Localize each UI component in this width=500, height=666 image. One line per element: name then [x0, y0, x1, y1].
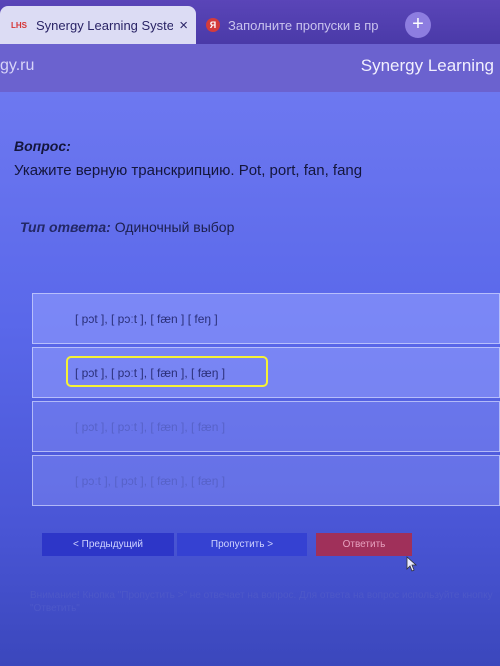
answer-option-1[interactable]: [ pɔt ], [ pɔːt ], [ fæn ] [ feŋ ]	[32, 293, 500, 344]
synergy-favicon-icon: LHS	[11, 20, 27, 30]
browser-tab-strip: LHS Synergy Learning System × Я Заполнит…	[0, 0, 500, 44]
url-text[interactable]: gy.ru	[0, 57, 34, 75]
answer-options: [ pɔt ], [ pɔːt ], [ fæn ] [ feŋ ] [ pɔt…	[32, 293, 500, 509]
tab-title: Заполните пропуски в пр	[228, 17, 379, 33]
answer-type: Тип ответа: Одиночный выбор	[20, 219, 234, 235]
question-text: Укажите верную транскрипцию. Pot, port, …	[14, 162, 363, 179]
test-page: Вопрос: Укажите верную транскрипцию. Pot…	[0, 92, 500, 666]
answer-option-2[interactable]: [ pɔt ], [ pɔːt ], [ fæn ], [ fæŋ ]	[32, 347, 500, 398]
tab-synergy[interactable]: LHS Synergy Learning System ×	[0, 6, 196, 44]
tab-title: Synergy Learning System	[36, 17, 174, 33]
tab-close-icon[interactable]: ×	[179, 17, 188, 34]
mouse-cursor-icon	[406, 556, 418, 572]
question-label: Вопрос:	[14, 138, 71, 154]
tab-yandex[interactable]: Я Заполните пропуски в пр	[198, 6, 398, 44]
answer-option-4[interactable]: [ pɔːt ], [ pɔt ], [ fæn ], [ fæŋ ]	[32, 455, 500, 506]
yandex-favicon-icon: Я	[206, 18, 220, 32]
answer-type-value: Одиночный выбор	[114, 219, 235, 235]
new-tab-button[interactable]: +	[405, 12, 431, 38]
skip-warning-note: Внимание! Кнопка "Пропустить >" не отвеч…	[30, 590, 493, 614]
answer-type-label: Тип ответа:	[20, 219, 111, 235]
answer-option-3[interactable]: [ pɔt ], [ pɔːt ], [ fæn ], [ fæn ]	[32, 401, 500, 452]
skip-button[interactable]: Пропустить >	[177, 533, 307, 556]
previous-button[interactable]: < Предыдущий	[42, 533, 174, 556]
answer-button[interactable]: Ответить	[316, 533, 412, 556]
address-bar: gy.ru Synergy Learning	[0, 44, 500, 92]
site-title: Synergy Learning	[360, 56, 494, 75]
